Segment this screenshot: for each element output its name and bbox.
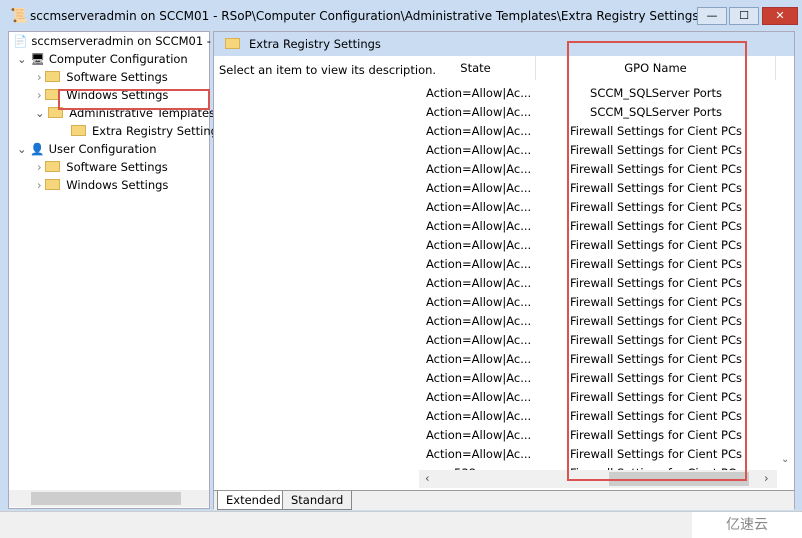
tab-extended[interactable]: Extended [217,491,290,510]
column-header-state[interactable]: State [416,56,536,80]
state-cell: Action=Allow|Ac... [426,257,532,271]
state-cell: Action=Allow|Ac... [426,333,532,347]
chevron-right-icon[interactable]: › [764,471,769,485]
tree-extra-registry-settings[interactable]: Extra Registry Settings [71,122,224,140]
tree-root[interactable]: 📄 sccmserveradmin on SCCM01 - R [13,32,223,50]
highlight-box [58,89,210,110]
state-cell: Action=Allow|Ac... [426,124,532,138]
chevron-down-icon: ⌄ [17,142,31,156]
state-cell: Action=Allow|Ac... [426,276,532,290]
scroll-thumb[interactable] [31,492,181,505]
tree-user-configuration[interactable]: ⌄ 👤 User Configuration [17,140,156,158]
computer-icon: 🖥 [30,52,45,66]
state-cell: Action=Allow|Ac... [426,314,532,328]
state-cell: Action=Allow|Ac... [426,181,532,195]
state-cell: Action=Allow|Ac... [426,409,532,423]
tree-computer-configuration[interactable]: ⌄ 🖥 Computer Configuration [17,50,188,68]
state-cell: Action=Allow|Ac... [426,447,532,461]
state-cell: Action=Allow|Ac... [426,390,532,404]
chevron-right-icon: › [37,178,46,192]
description-text: Select an item to view its description. [219,63,437,77]
window-title: sccmserveradmin on SCCM01 - RSoP\Compute… [30,9,699,23]
state-cell: Action=Allow|Ac... [426,162,532,176]
tree-cc-software-settings[interactable]: › Software Settings [37,68,168,86]
state-cell: Action=Allow|Ac... [426,295,532,309]
chevron-down-icon[interactable]: ⌄ [781,454,789,465]
state-cell: Action=Allow|Ac... [426,200,532,214]
scroll-app-icon: 📜 [10,8,28,24]
state-cell: Action=Allow|Ac... [426,352,532,366]
chevron-right-icon: › [37,70,46,84]
tree-horizontal-scrollbar[interactable] [9,490,209,507]
chevron-left-icon[interactable]: ‹ [425,471,430,485]
folder-icon [45,161,61,172]
vertical-scrollbar[interactable]: ⌄ [778,56,794,470]
highlight-box [567,41,747,481]
document-icon: 📄 [13,34,28,48]
watermark-logo: 亿速云 [692,512,802,538]
state-cell: Action=Allow|Ac... [426,86,532,100]
minimize-button[interactable]: — [697,7,727,25]
folder-icon [71,125,86,136]
state-cell: Action=Allow|Ac... [426,105,532,119]
status-bar [0,511,802,538]
chevron-right-icon: › [37,88,46,102]
state-cell: Action=Allow|Ac... [426,371,532,385]
tree-uc-windows-settings[interactable]: › Windows Settings [37,176,168,194]
title-bar: 📜 sccmserveradmin on SCCM01 - RSoP\Compu… [0,0,802,32]
state-cell: Action=Allow|Ac... [426,219,532,233]
chevron-right-icon: › [37,160,46,174]
folder-icon [45,179,61,190]
view-tabs: Extended Standard [214,490,794,510]
chevron-down-icon: ⌄ [17,52,31,66]
maximize-button[interactable]: ☐ [729,7,759,25]
tree-uc-software-settings[interactable]: › Software Settings [37,158,168,176]
state-cell: Action=Allow|Ac... [426,143,532,157]
user-icon: 👤 [30,142,45,156]
state-cell: Action=Allow|Ac... [426,428,532,442]
folder-icon [225,38,240,49]
chevron-down-icon: ⌄ [35,106,49,120]
close-button[interactable]: ✕ [762,7,798,25]
state-cell: Action=Allow|Ac... [426,238,532,252]
folder-icon [45,71,61,82]
tab-standard[interactable]: Standard [282,491,353,510]
